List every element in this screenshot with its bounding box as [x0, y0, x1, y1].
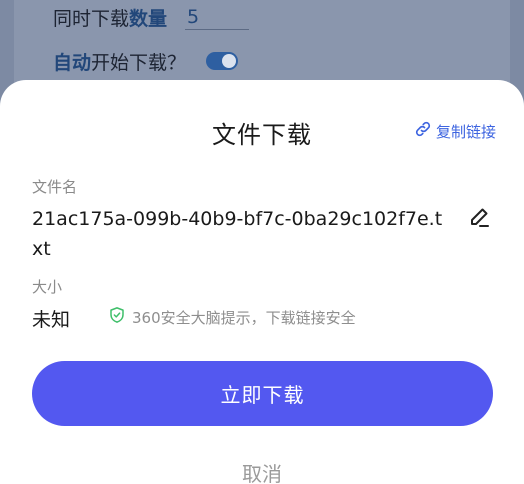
copy-link-button[interactable]: 复制链接: [414, 120, 496, 142]
filename-value: 21ac175a-099b-40b9-bf7c-0ba29c102f7e.txt: [32, 208, 443, 260]
cancel-button[interactable]: 取消: [0, 458, 524, 484]
concurrent-label-bold: 数量: [129, 7, 168, 30]
shield-check-icon: [108, 306, 132, 328]
concurrent-downloads-row: 同时下载 数量 5: [53, 3, 250, 31]
toggle-knob: [222, 54, 237, 68]
filename-label: 文件名: [32, 178, 78, 196]
auto-label-bold: 自动: [53, 51, 92, 74]
auto-start-row: 自动 开始下载？: [53, 47, 239, 75]
link-icon: [414, 120, 436, 142]
download-now-button[interactable]: 立即下载: [32, 361, 493, 426]
auto-label: 开始下载？: [91, 51, 187, 74]
safety-notice: 360安全大脑提示，下载链接安全: [108, 306, 356, 328]
auto-start-toggle[interactable]: [206, 52, 239, 70]
size-label: 大小: [32, 278, 63, 296]
size-value: 未知: [32, 309, 71, 331]
file-download-sheet: 文件下载 复制链接 文件名 21ac175a-099b-40b9-bf7c-0b…: [0, 80, 524, 484]
edit-icon[interactable]: [467, 205, 491, 233]
copy-link-label: 复制链接: [435, 122, 496, 141]
safety-text: 360安全大脑提示，下载链接安全: [132, 308, 356, 327]
concurrent-count-input[interactable]: 5: [185, 4, 250, 30]
concurrent-label: 同时下载: [53, 7, 130, 30]
